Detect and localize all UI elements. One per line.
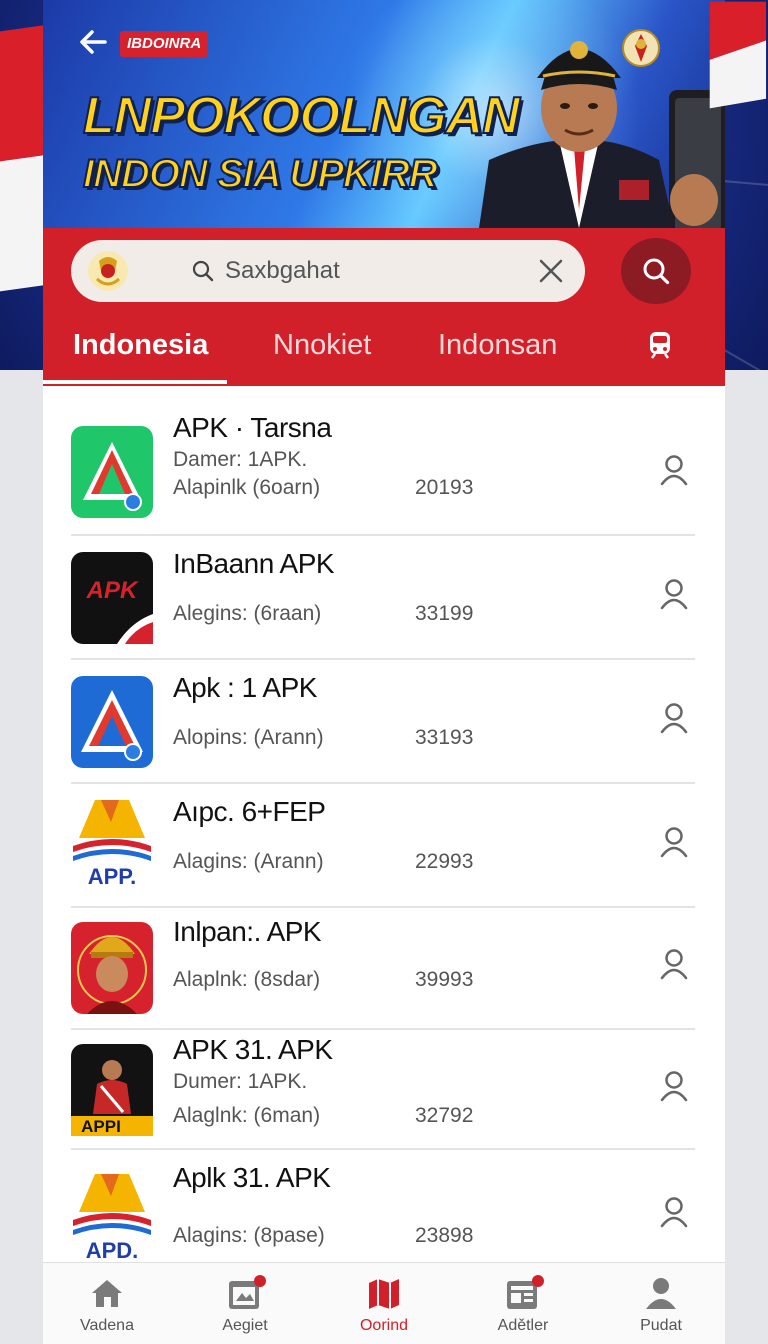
nav-label: Oorind: [359, 1317, 409, 1334]
app-name: Inlpan:. APK: [173, 916, 322, 947]
tab-indonesia[interactable]: Indonesia: [73, 328, 208, 362]
nav-label: Adětler: [497, 1317, 549, 1334]
official-portrait-image: [479, 41, 725, 228]
nav-item-news[interactable]: Adětler: [463, 1263, 583, 1344]
download-count: 39993: [415, 968, 474, 991]
black-apk-app-icon: APK: [71, 552, 153, 644]
yellow-app-logo-icon: APD.: [73, 1174, 151, 1260]
search-input[interactable]: Saxbgahat: [225, 258, 340, 284]
map-icon: [369, 1279, 399, 1309]
news-icon: [507, 1275, 544, 1309]
search-icon: [192, 260, 214, 282]
list-item[interactable]: APK InBaann APK Alegins: (6raan) 33199: [71, 536, 695, 660]
search-icon: [643, 258, 670, 285]
search-field[interactable]: Saxbgahat: [71, 240, 585, 302]
hero-banner: IBDOINRA LNPOKOOLNGAN INDON SIA UPKIRR: [43, 0, 725, 228]
red-soldier-app-icon: [71, 922, 153, 1014]
back-arrow-icon[interactable]: [77, 26, 109, 58]
app-meta: Alapinlk (6oarn): [173, 476, 321, 499]
train-icon[interactable]: [647, 330, 673, 360]
app-name: APK 31. APK: [173, 1034, 333, 1065]
bottom-navigation: Vadena Aegiet Oorind Adětler Pudat: [43, 1262, 725, 1344]
app-meta: Alaplnk: (8sdar): [173, 968, 321, 991]
nav-label: Pudat: [640, 1317, 682, 1334]
app-name: Aıpc. 6+FEP: [173, 796, 326, 827]
yellow-app-logo-icon: APP.: [73, 800, 151, 886]
app-meta: Alaglnk: (6man): [173, 1104, 321, 1127]
app-developer: Dumer: 1APK.: [173, 1070, 308, 1093]
app-meta: Alegins: (6raan): [173, 602, 322, 625]
banner-subtitle: INDON SIA UPKIRR: [82, 151, 439, 197]
user-icon[interactable]: [659, 1070, 689, 1102]
user-icon[interactable]: [659, 1196, 689, 1228]
nav-item-profile[interactable]: Pudat: [601, 1263, 721, 1344]
green-triangle-app-icon: [71, 426, 153, 518]
tab-nnokiet[interactable]: Nnokiet: [273, 328, 371, 362]
tab-indonsan[interactable]: Indonsan: [438, 328, 557, 362]
download-count: 33199: [415, 602, 474, 625]
banner-title: LNPOKOOLNGAN: [82, 86, 521, 146]
app-meta: Alopins: (Arann): [173, 726, 324, 749]
app-logo-icon: [88, 251, 128, 291]
brand-badge: IBDOINRA: [120, 31, 209, 57]
list-item[interactable]: APP. Aıpc. 6+FEP Alagins: (Arann) 22993: [71, 784, 695, 908]
icon-label: APPI: [81, 1117, 121, 1136]
nav-item-home[interactable]: Vadena: [47, 1263, 167, 1344]
close-icon[interactable]: [537, 257, 565, 285]
app-meta: Alagins: (Arann): [173, 850, 324, 873]
nav-label: Vadena: [80, 1317, 134, 1334]
dark-player-app-icon: APPI: [71, 1044, 153, 1136]
icon-label: APP.: [88, 864, 137, 886]
app-meta: Alagins: (8pase): [173, 1224, 325, 1247]
download-count: 22993: [415, 850, 474, 873]
list-item[interactable]: APK · Tarsna Damer: 1APK. Alapinlk (6oar…: [71, 412, 695, 536]
category-tabs: Indonesia Nnokiet Indonsan: [43, 326, 725, 386]
indonesian-flag-right: [709, 1, 767, 109]
app-name: Aplk 31. APK: [173, 1162, 331, 1193]
nav-item-map[interactable]: Oorind: [324, 1263, 444, 1344]
search-button[interactable]: [621, 238, 691, 304]
user-icon[interactable]: [659, 826, 689, 858]
active-tab-indicator: [43, 380, 227, 384]
profile-icon: [646, 1278, 676, 1309]
download-count: 20193: [415, 476, 474, 499]
app-name: APK · Tarsna: [173, 412, 332, 443]
app-screen: IBDOINRA LNPOKOOLNGAN INDON SIA UPKIRR S…: [43, 0, 725, 1344]
download-count: 32792: [415, 1104, 474, 1127]
icon-label: APD.: [86, 1238, 139, 1260]
nav-label: Aegiet: [222, 1317, 268, 1334]
list-item[interactable]: Inlpan:. APK Alaplnk: (8sdar) 39993: [71, 906, 695, 1030]
search-header: Saxbgahat Indonesia Nnokiet Indonsan: [43, 228, 725, 386]
user-icon[interactable]: [659, 948, 689, 980]
user-icon[interactable]: [659, 454, 689, 486]
user-icon[interactable]: [659, 578, 689, 610]
blue-triangle-app-icon: [71, 676, 153, 768]
app-name: Apk : 1 APK: [173, 672, 317, 703]
icon-label: APK: [86, 577, 139, 604]
user-icon[interactable]: [659, 702, 689, 734]
download-count: 23898: [415, 1224, 474, 1247]
garuda-emblem-icon: [622, 29, 660, 67]
list-item[interactable]: APPI APK 31. APK Dumer: 1APK. Alaglnk: (…: [71, 1026, 695, 1150]
app-developer: Damer: 1APK.: [173, 448, 308, 471]
home-icon: [92, 1280, 122, 1307]
list-item[interactable]: APD. Aplk 31. APK Alagins: (8pase) 23898: [71, 1154, 695, 1278]
app-name: InBaann APK: [173, 548, 335, 579]
download-count: 33193: [415, 726, 474, 749]
calendar-icon: [229, 1275, 266, 1309]
nav-item-calendar[interactable]: Aegiet: [185, 1263, 305, 1344]
list-item[interactable]: Apk : 1 APK Alopins: (Arann) 33193: [71, 660, 695, 784]
